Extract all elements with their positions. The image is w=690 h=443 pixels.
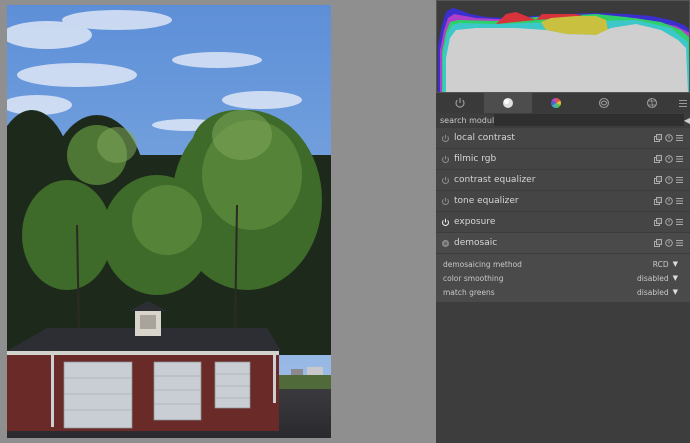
power-icon[interactable] [436, 191, 454, 211]
photo-preview[interactable] [7, 5, 331, 438]
tab-effect[interactable] [628, 93, 676, 113]
module-name: contrast equalizer [454, 175, 536, 185]
presets-menu-icon[interactable] [675, 196, 684, 206]
param-value: disabled [637, 287, 669, 297]
clear-search-icon[interactable]: ◀ [684, 114, 690, 126]
module-tone-equalizer[interactable]: tone equalizer [436, 191, 690, 211]
tab-correct[interactable] [580, 93, 628, 113]
module-exposure[interactable]: exposure [436, 212, 690, 232]
always-on-icon [436, 233, 454, 253]
presets-menu-icon[interactable] [675, 175, 684, 185]
module-name: tone equalizer [454, 196, 519, 206]
multi-instance-icon[interactable] [653, 154, 662, 164]
power-icon[interactable] [436, 170, 454, 190]
module-header-icons [653, 196, 690, 206]
module-name: local contrast [454, 133, 515, 143]
multi-instance-icon[interactable] [653, 175, 662, 185]
module-group-tabs [436, 93, 690, 113]
circle-base-icon [503, 98, 513, 108]
tab-base[interactable] [484, 93, 532, 113]
module-header-icons [653, 154, 690, 164]
power-icon [455, 98, 465, 108]
search-label: search module [440, 115, 500, 125]
tabs-menu-icon[interactable] [676, 93, 690, 113]
module-name: demosaic [454, 238, 498, 248]
power-icon[interactable] [436, 128, 454, 148]
param-value: RCD [652, 259, 669, 269]
right-panel: search module ◀ local contrast filmic rg… [436, 0, 690, 443]
search-input[interactable] [494, 114, 684, 126]
tab-active-modules[interactable] [436, 93, 484, 113]
presets-menu-icon[interactable] [675, 217, 684, 227]
match-greens-combobox[interactable]: match greens disabled ▼ [436, 285, 690, 299]
dropdown-caret-icon: ▼ [672, 288, 678, 296]
reset-icon[interactable] [664, 238, 673, 248]
multi-instance-icon[interactable] [653, 133, 662, 143]
dropdown-caret-icon: ▼ [672, 274, 678, 282]
histogram-graph [436, 0, 690, 93]
multi-instance-icon[interactable] [653, 217, 662, 227]
photo-image [7, 5, 331, 438]
image-area[interactable] [0, 0, 432, 443]
param-label: match greens [443, 287, 495, 297]
module-header-icons [653, 175, 690, 185]
module-demosaic[interactable]: demosaic [436, 233, 690, 253]
reset-icon[interactable] [664, 196, 673, 206]
presets-menu-icon[interactable] [675, 154, 684, 164]
module-name: exposure [454, 217, 496, 227]
module-list: local contrast filmic rgb contrast equal… [436, 128, 690, 254]
color-wheel-icon [551, 98, 561, 108]
demosaic-parameters: demosaicing method RCD ▼ color smoothing… [436, 254, 690, 302]
module-filmic-rgb[interactable]: filmic rgb [436, 149, 690, 169]
multi-instance-icon[interactable] [653, 196, 662, 206]
param-label: demosaicing method [443, 259, 522, 269]
reset-icon[interactable] [664, 217, 673, 227]
multi-instance-icon[interactable] [653, 238, 662, 248]
param-value: disabled [637, 273, 669, 283]
reset-icon[interactable] [664, 175, 673, 185]
dropdown-caret-icon: ▼ [672, 260, 678, 268]
module-header-icons [653, 238, 690, 248]
power-icon[interactable] [436, 212, 454, 232]
param-label: color smoothing [443, 273, 504, 283]
reset-icon[interactable] [664, 133, 673, 143]
presets-menu-icon[interactable] [675, 238, 684, 248]
demosaicing-method-combobox[interactable]: demosaicing method RCD ▼ [436, 257, 690, 271]
power-icon[interactable] [436, 149, 454, 169]
search-module-row: search module ◀ [436, 113, 690, 127]
reset-icon[interactable] [664, 154, 673, 164]
module-name: filmic rgb [454, 154, 497, 164]
presets-menu-icon[interactable] [675, 133, 684, 143]
tab-color[interactable] [532, 93, 580, 113]
module-contrast-equalizer[interactable]: contrast equalizer [436, 170, 690, 190]
module-header-icons [653, 133, 690, 143]
histogram[interactable] [436, 0, 690, 93]
module-local-contrast[interactable]: local contrast [436, 128, 690, 148]
color-smoothing-combobox[interactable]: color smoothing disabled ▼ [436, 271, 690, 285]
module-header-icons [653, 217, 690, 227]
correct-icon [598, 97, 610, 109]
effect-icon [646, 97, 658, 109]
